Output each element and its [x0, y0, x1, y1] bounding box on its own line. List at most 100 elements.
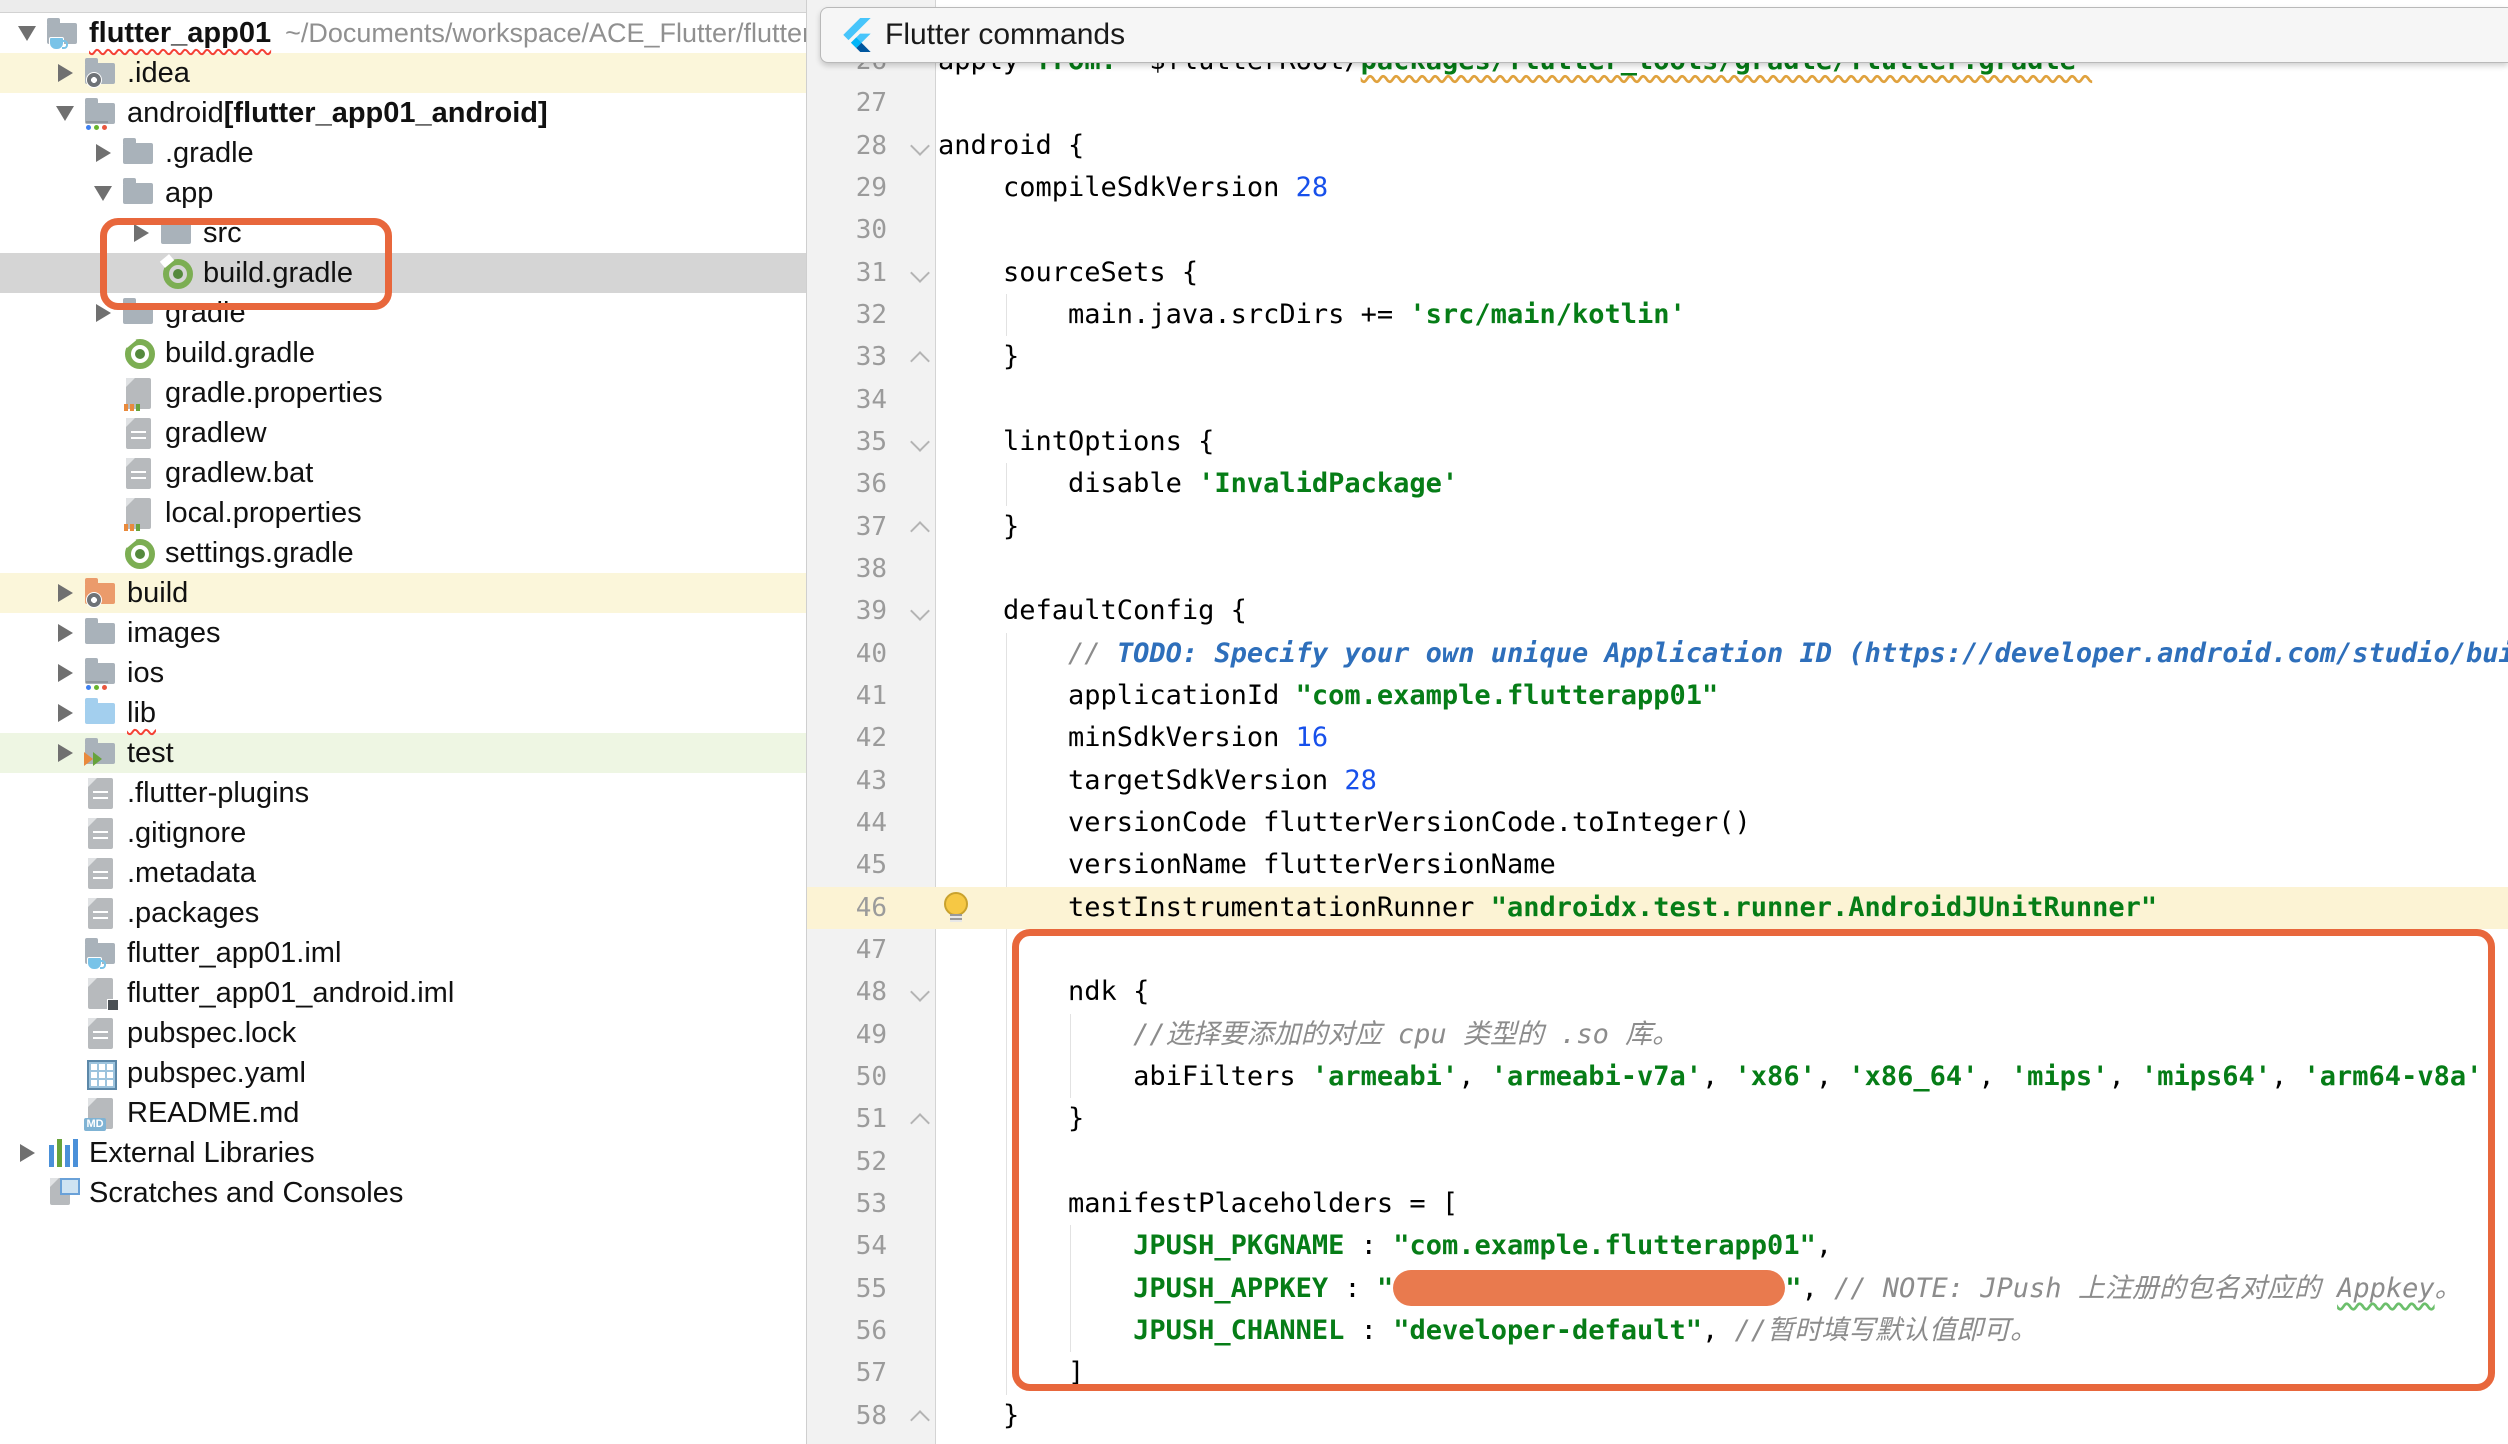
code-line-43[interactable]: 43 targetSdkVersion 28	[807, 760, 2508, 802]
tree-item-gradlew-bat[interactable]: gradlew.bat	[0, 453, 806, 493]
tree-item-label: test	[127, 737, 174, 770]
code-line-59[interactable]: 59	[807, 1437, 2508, 1444]
code-text	[935, 209, 938, 251]
code-line-39[interactable]: 39 defaultConfig {	[807, 590, 2508, 632]
code-line-36[interactable]: 36 disable 'InvalidPackage'	[807, 463, 2508, 505]
run-config-title: Flutter commands	[885, 18, 1125, 52]
project-tree[interactable]: flutter_app01~/Documents/workspace/ACE_F…	[0, 13, 806, 1213]
code-line-58[interactable]: 58 }	[807, 1395, 2508, 1437]
tree-item-app[interactable]: app	[0, 173, 806, 213]
tree-item-flutter-app01[interactable]: flutter_app01~/Documents/workspace/ACE_F…	[0, 13, 806, 53]
tree-item-flutter-app01-android-iml[interactable]: flutter_app01_android.iml	[0, 973, 806, 1013]
code-line-28[interactable]: 28android {	[807, 125, 2508, 167]
intention-bulb-icon[interactable]	[943, 892, 969, 924]
chevron-right-icon[interactable]	[46, 584, 84, 602]
tree-item-scratches-and-consoles[interactable]: Scratches and Consoles	[0, 1173, 806, 1213]
code-editor[interactable]: 26apply from: "$flutterRoot/packages/flu…	[807, 0, 2508, 1444]
tree-item-gradle-properties[interactable]: gradle.properties	[0, 373, 806, 413]
chevron-down-icon[interactable]	[46, 106, 84, 121]
line-number: 53	[807, 1183, 935, 1225]
code-line-32[interactable]: 32 main.java.srcDirs += 'src/main/kotlin…	[807, 294, 2508, 336]
code-line-27[interactable]: 27	[807, 82, 2508, 124]
tree-item-pubspec-yaml[interactable]: pubspec.yaml	[0, 1053, 806, 1093]
code-line-52[interactable]: 52	[807, 1141, 2508, 1183]
code-line-40[interactable]: 40 // TODO: Specify your own unique Appl…	[807, 633, 2508, 675]
tree-item-build[interactable]: build	[0, 573, 806, 613]
tree-item-settings-gradle[interactable]: settings.gradle	[0, 533, 806, 573]
tree-item-test[interactable]: test	[0, 733, 806, 773]
iml-icon	[84, 976, 118, 1010]
code-line-37[interactable]: 37 }	[807, 506, 2508, 548]
tree-item-src[interactable]: src	[0, 213, 806, 253]
chevron-right-icon[interactable]	[8, 1144, 46, 1162]
tree-item-gradle[interactable]: .gradle	[0, 133, 806, 173]
tree-item-android[interactable]: android [flutter_app01_android]	[0, 93, 806, 133]
code-line-51[interactable]: 51 }	[807, 1098, 2508, 1140]
code-line-34[interactable]: 34	[807, 379, 2508, 421]
tree-item-gitignore[interactable]: .gitignore	[0, 813, 806, 853]
tree-item-label: build	[127, 577, 188, 610]
chevron-right-icon[interactable]	[46, 64, 84, 82]
code-line-41[interactable]: 41 applicationId "com.example.flutterapp…	[807, 675, 2508, 717]
tree-item-images[interactable]: images	[0, 613, 806, 653]
line-number: 43	[807, 760, 935, 802]
tree-item-metadata[interactable]: .metadata	[0, 853, 806, 893]
gradle-icon	[122, 536, 156, 570]
tree-item-flutter-plugins[interactable]: .flutter-plugins	[0, 773, 806, 813]
line-number: 54	[807, 1225, 935, 1267]
code-line-45[interactable]: 45 versionName flutterVersionName	[807, 844, 2508, 886]
tree-item-local-properties[interactable]: local.properties	[0, 493, 806, 533]
code-line-31[interactable]: 31 sourceSets {	[807, 252, 2508, 294]
tree-item-gradle[interactable]: gradle	[0, 293, 806, 333]
run-config-header[interactable]: Flutter commands	[820, 7, 2508, 63]
code-line-38[interactable]: 38	[807, 548, 2508, 590]
project-path: ~/Documents/workspace/ACE_Flutter/flutte…	[285, 18, 807, 49]
code-line-53[interactable]: 53 manifestPlaceholders = [	[807, 1183, 2508, 1225]
code-line-48[interactable]: 48 ndk {	[807, 971, 2508, 1013]
tree-item-packages[interactable]: .packages	[0, 893, 806, 933]
tree-item-build-gradle[interactable]: build.gradle	[0, 253, 806, 293]
chevron-right-icon[interactable]	[46, 744, 84, 762]
code-line-35[interactable]: 35 lintOptions {	[807, 421, 2508, 463]
code-line-47[interactable]: 47	[807, 929, 2508, 971]
chevron-right-icon[interactable]	[122, 224, 160, 242]
tree-item-flutter-app01-iml[interactable]: flutter_app01.iml	[0, 933, 806, 973]
chevron-down-icon[interactable]	[8, 26, 46, 41]
tree-item-pubspec-lock[interactable]: pubspec.lock	[0, 1013, 806, 1053]
tree-item-label: pubspec.lock	[127, 1017, 296, 1050]
line-number: 50	[807, 1056, 935, 1098]
tree-item-ios[interactable]: ios	[0, 653, 806, 693]
chevron-right-icon[interactable]	[46, 704, 84, 722]
gradle-icon	[160, 256, 194, 290]
code-line-44[interactable]: 44 versionCode flutterVersionCode.toInte…	[807, 802, 2508, 844]
tree-item-gradlew[interactable]: gradlew	[0, 413, 806, 453]
code-line-56[interactable]: 56 JPUSH_CHANNEL : "developer-default", …	[807, 1310, 2508, 1352]
code-line-54[interactable]: 54 JPUSH_PKGNAME : "com.example.fluttera…	[807, 1225, 2508, 1267]
tree-item-idea[interactable]: .idea	[0, 53, 806, 93]
tree-item-label: build.gradle	[203, 257, 353, 290]
line-number: 29	[807, 167, 935, 209]
code-line-55[interactable]: 55 JPUSH_APPKEY : "", // NOTE: JPush 上注册…	[807, 1268, 2508, 1310]
code-line-49[interactable]: 49 //选择要添加的对应 cpu 类型的 .so 库。	[807, 1014, 2508, 1056]
tree-item-build-gradle[interactable]: build.gradle	[0, 333, 806, 373]
tree-item-readme-md[interactable]: MDREADME.md	[0, 1093, 806, 1133]
code-line-42[interactable]: 42 minSdkVersion 16	[807, 717, 2508, 759]
tree-item-label: android	[127, 97, 224, 130]
chevron-right-icon[interactable]	[46, 624, 84, 642]
tree-item-label: lib	[127, 697, 156, 730]
tree-item-external-libraries[interactable]: External Libraries	[0, 1133, 806, 1173]
code-line-57[interactable]: 57 ]	[807, 1352, 2508, 1394]
line-number: 56	[807, 1310, 935, 1352]
code-line-46[interactable]: 46 testInstrumentationRunner "androidx.t…	[807, 887, 2508, 929]
code-line-30[interactable]: 30	[807, 209, 2508, 251]
chevron-right-icon[interactable]	[84, 144, 122, 162]
chevron-right-icon[interactable]	[46, 664, 84, 682]
code-line-50[interactable]: 50 abiFilters 'armeabi', 'armeabi-v7a', …	[807, 1056, 2508, 1098]
code-lines[interactable]: 26apply from: "$flutterRoot/packages/flu…	[807, 40, 2508, 1444]
chevron-right-icon[interactable]	[84, 304, 122, 322]
code-line-29[interactable]: 29 compileSdkVersion 28	[807, 167, 2508, 209]
tree-item-lib[interactable]: lib	[0, 693, 806, 733]
code-line-33[interactable]: 33 }	[807, 336, 2508, 378]
chevron-down-icon[interactable]	[84, 186, 122, 201]
panel-toolbar-edge	[0, 0, 806, 13]
